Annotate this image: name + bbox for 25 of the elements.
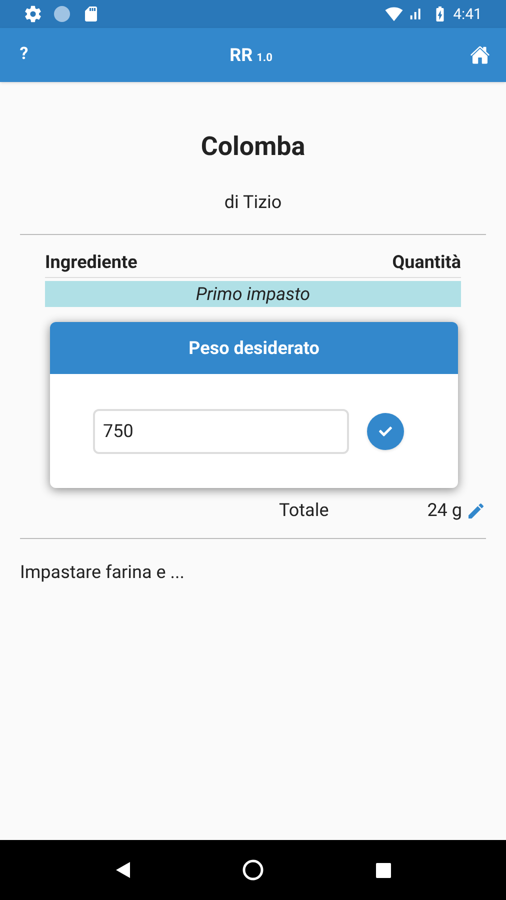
help-button[interactable]: ?	[16, 42, 32, 68]
app-version: 1.0	[256, 50, 272, 66]
back-icon[interactable]	[116, 862, 130, 878]
total-value: 24 g	[427, 499, 462, 523]
recipe-author: di Tizio	[223, 191, 283, 215]
gear-icon	[24, 5, 42, 23]
confirm-button[interactable]	[367, 413, 404, 450]
column-header: Quantità	[392, 251, 461, 275]
wifi-icon	[385, 5, 404, 23]
loading-icon	[54, 6, 70, 22]
sd-card-icon	[82, 5, 100, 23]
home-button[interactable]	[470, 45, 490, 65]
app-title: RR	[230, 44, 253, 68]
clock: 4:41	[453, 4, 482, 25]
section-row: Primo impasto	[45, 281, 461, 307]
recents-icon[interactable]	[376, 862, 390, 878]
column-header: Ingrediente	[45, 251, 138, 275]
edit-button[interactable]	[466, 500, 486, 520]
instructions-text: Impastare farina e ...	[20, 561, 186, 585]
dialog-title: Peso desiderato	[188, 336, 320, 360]
check-icon	[379, 425, 392, 438]
weight-input[interactable]: 750	[93, 409, 349, 454]
home-icon[interactable]	[242, 859, 264, 881]
total-label: Totale	[279, 499, 329, 523]
recipe-title: Colomba	[200, 131, 306, 164]
